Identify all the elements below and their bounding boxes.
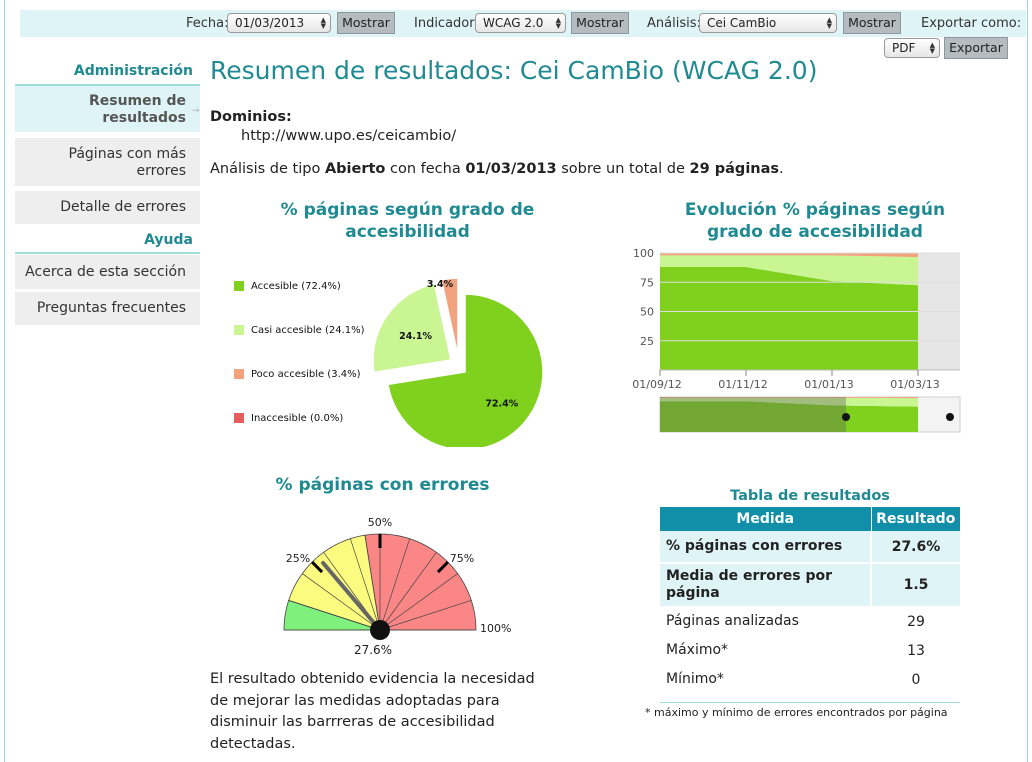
table-cell-measure: % páginas con errores bbox=[660, 531, 872, 564]
analisis-select[interactable]: Cei CamBio ▲ ▼ bbox=[699, 13, 837, 33]
analysis-date: 01/03/2013 bbox=[465, 161, 557, 177]
export-format-select[interactable]: PDF ▲ ▼ bbox=[884, 38, 940, 58]
table-cell-measure: Media de errores por página bbox=[660, 563, 872, 608]
gauge-hub bbox=[370, 620, 390, 640]
sidebar-item-preguntas[interactable]: Preguntas frecuentes bbox=[15, 292, 200, 325]
table-header-result: Resultado bbox=[871, 507, 960, 531]
analisis-label: Análisis: bbox=[647, 16, 701, 31]
page-title: Resumen de resultados: Cei CamBio (WCAG … bbox=[210, 56, 818, 85]
evolution-area-chart: 25 50 75 100 01/09/12 01/11/12 01/01/13 01/03/1… bbox=[632, 247, 961, 433]
select-arrows-icon: ▲ ▼ bbox=[555, 16, 561, 30]
fecha-label: Fecha: bbox=[186, 16, 229, 31]
table-cell-measure: Máximo* bbox=[660, 636, 872, 666]
sidebar-divider bbox=[15, 252, 200, 254]
gauge-tick-label: 75% bbox=[450, 552, 474, 565]
analysis-summary: Análisis de tipo Abierto con fecha 01/03… bbox=[210, 161, 784, 177]
table-cell-value: 29 bbox=[871, 607, 960, 637]
table-row: Media de errores por página 1.5 bbox=[660, 563, 960, 608]
navigator-handle-right[interactable] bbox=[946, 413, 954, 421]
table-bottom-rule bbox=[660, 702, 960, 703]
legend-label: Casi accesible (24.1%) bbox=[251, 325, 365, 336]
y-tick-label: 25 bbox=[640, 335, 654, 348]
fecha-select[interactable]: 01/03/2013 ▲ ▼ bbox=[227, 13, 331, 33]
results-table-caption: Tabla de resultados bbox=[730, 488, 890, 504]
sidebar-heading-administracion: Administración bbox=[73, 63, 193, 79]
gauge-tick-label: 25% bbox=[286, 552, 310, 565]
sidebar-item-label: Páginas con más errores bbox=[68, 146, 186, 179]
mostrar-fecha-button[interactable]: Mostrar bbox=[337, 12, 395, 34]
area-chart-title: Evolución % páginas según grado de acces… bbox=[684, 200, 946, 242]
gauge-tick-label: 50% bbox=[368, 516, 392, 529]
exportar-label: Exportar como: bbox=[921, 16, 1022, 31]
navigator-handle-left[interactable] bbox=[842, 413, 850, 421]
gauge-tick-label: 100% bbox=[480, 622, 511, 635]
x-tick-label: 01/01/13 bbox=[804, 378, 853, 391]
legend-swatch bbox=[234, 281, 244, 291]
legend-label: Poco accesible (3.4%) bbox=[251, 369, 361, 380]
table-row: Páginas analizadas 29 bbox=[660, 607, 960, 637]
sidebar-item-label: Acerca de esta sección bbox=[25, 264, 186, 280]
analysis-type: Abierto bbox=[324, 161, 386, 177]
table-cell-value: 13 bbox=[871, 636, 960, 666]
pie-slice-label: 72.4% bbox=[485, 398, 518, 409]
legend-swatch bbox=[234, 325, 244, 335]
indicador-label: Indicador: bbox=[414, 16, 479, 31]
legend-swatch bbox=[234, 369, 244, 379]
table-row: Máximo* 13 bbox=[660, 636, 960, 666]
sidebar-item-label: Resumen de resultados bbox=[88, 93, 186, 126]
table-row: % páginas con errores 27.6% bbox=[660, 531, 960, 564]
arrow-right-icon: ⇾ bbox=[192, 106, 200, 116]
sidebar-item-label: Detalle de errores bbox=[60, 199, 186, 215]
analysis-total: 29 páginas bbox=[689, 161, 780, 177]
select-arrows-icon: ▲ ▼ bbox=[929, 41, 935, 55]
sidebar-heading-ayuda: Ayuda bbox=[144, 232, 193, 248]
y-tick-label: 50 bbox=[640, 306, 654, 319]
gauge-title: % páginas con errores bbox=[275, 475, 490, 495]
sidebar-item-paginas-errores[interactable]: Páginas con más errores bbox=[15, 138, 200, 186]
pie-chart: 72.4% 24.1% 3.4% bbox=[372, 277, 544, 447]
errors-gauge: 0%25%50%75%100%27.6% bbox=[283, 516, 511, 657]
legend-swatch bbox=[234, 413, 244, 423]
x-tick-label: 01/03/13 bbox=[890, 378, 939, 391]
table-cell-measure: Páginas analizadas bbox=[660, 607, 872, 637]
table-cell-value: 27.6% bbox=[871, 531, 960, 564]
exportar-button[interactable]: Exportar bbox=[944, 37, 1008, 59]
pie-chart-title: % páginas según grado de accesibilidad bbox=[280, 200, 535, 242]
gauge-value-label: 27.6% bbox=[354, 643, 392, 657]
gauge-band bbox=[364, 533, 477, 631]
dominio-url: http://www.upo.es/ceicambio/ bbox=[241, 128, 457, 144]
table-cell-value: 0 bbox=[871, 665, 960, 695]
results-table: Medida Resultado % páginas con errores 27… bbox=[660, 507, 960, 695]
mostrar-analisis-button[interactable]: Mostrar bbox=[843, 12, 901, 34]
table-cell-value: 1.5 bbox=[871, 563, 960, 608]
legend-label: Accesible (72.4%) bbox=[251, 281, 341, 292]
gauge-explanation: El resultado obtenido evidencia la neces… bbox=[210, 671, 535, 752]
table-header-measure: Medida bbox=[660, 507, 872, 531]
sidebar-item-label: Preguntas frecuentes bbox=[36, 300, 186, 316]
select-arrows-icon: ▲ ▼ bbox=[320, 16, 326, 30]
y-tick-label: 75 bbox=[640, 276, 654, 289]
x-tick-label: 01/09/12 bbox=[632, 378, 681, 391]
select-arrows-icon: ▲ ▼ bbox=[826, 16, 832, 30]
pie-slice-label: 3.4% bbox=[427, 279, 454, 290]
pie-slice bbox=[372, 282, 452, 374]
legend-label: Inaccesible (0.0%) bbox=[251, 413, 344, 424]
y-tick-label: 100 bbox=[633, 247, 654, 260]
sidebar-item-detalle-errores[interactable]: Detalle de errores bbox=[15, 191, 200, 224]
indicador-select[interactable]: WCAG 2.0 ▲ ▼ bbox=[475, 13, 566, 33]
table-row: Mínimo* 0 bbox=[660, 665, 960, 695]
navigator-mask bbox=[660, 397, 846, 432]
pie-slice-label: 24.1% bbox=[399, 331, 432, 342]
x-tick-label: 01/11/12 bbox=[718, 378, 767, 391]
sidebar-item-acerca[interactable]: Acerca de esta sección bbox=[15, 255, 200, 289]
mostrar-indicador-button[interactable]: Mostrar bbox=[571, 12, 629, 34]
table-cell-measure: Mínimo* bbox=[660, 665, 872, 695]
dominios-label: Dominios: bbox=[210, 109, 292, 125]
table-footnote: * máximo y mínimo de errores encontrados… bbox=[645, 706, 948, 719]
sidebar-item-resumen[interactable]: Resumen de resultados bbox=[15, 84, 200, 132]
